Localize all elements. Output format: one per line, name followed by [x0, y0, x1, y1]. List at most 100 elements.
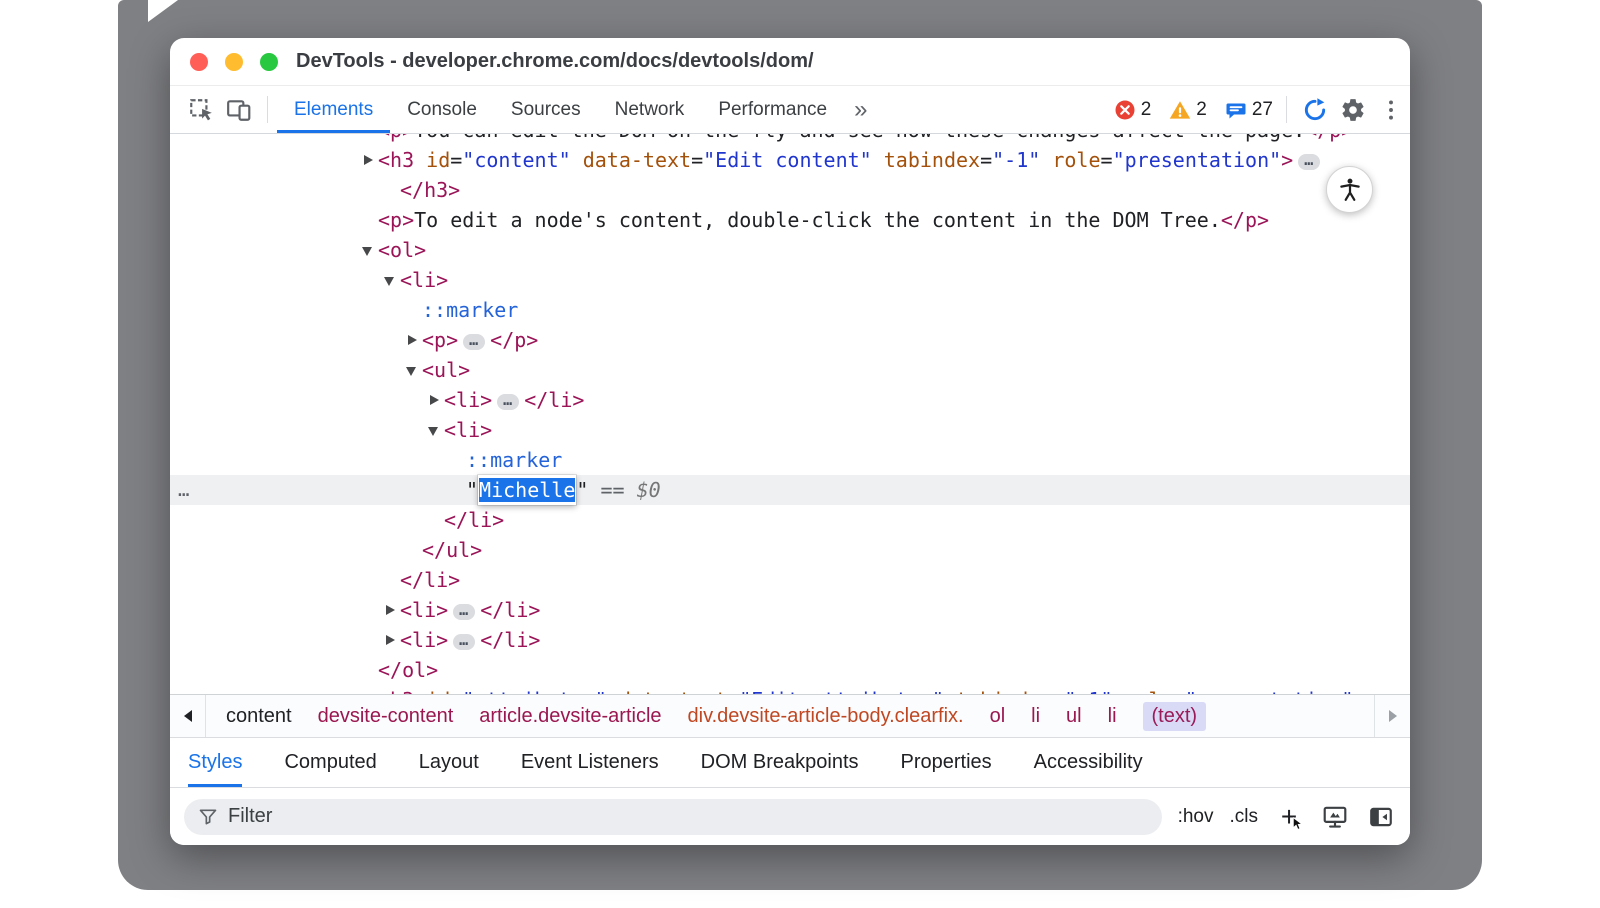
inspect-icon[interactable] [182, 86, 220, 133]
warning-badge[interactable]: 2 [1169, 99, 1207, 121]
mouse-cursor-icon [1290, 816, 1306, 832]
styles-filter-bar: :hov .cls + [170, 788, 1410, 845]
code-segment-tag: </li> [480, 628, 540, 652]
expand-arrow-right[interactable] [428, 395, 444, 407]
breadcrumb-item-ol[interactable]: ol [990, 705, 1006, 728]
code-segment-val: "-1" [992, 148, 1040, 172]
breadcrumb-item-li[interactable]: li [1031, 705, 1040, 728]
new-style-rule-wrap: + [1274, 799, 1304, 835]
settings-gear-icon[interactable] [1334, 86, 1372, 133]
arrow-slot [384, 575, 400, 587]
dom-tree-line[interactable]: </li> [170, 565, 1410, 595]
code-segment-punct: = [1101, 148, 1113, 172]
dom-tree-line[interactable]: <li> [170, 265, 1410, 295]
device-toolbar-icon[interactable] [220, 86, 258, 133]
expand-arrow-right[interactable] [406, 335, 422, 347]
error-badge[interactable]: 2 [1114, 99, 1152, 121]
dom-tree-line[interactable]: </ol> [170, 655, 1410, 685]
tab-console[interactable]: Console [390, 86, 494, 133]
breadcrumb-item-text[interactable]: (text) [1143, 702, 1207, 731]
ellipsis-badge[interactable]: … [453, 634, 475, 650]
code-segment-val: "Edit content" [703, 148, 872, 172]
ellipsis-badge[interactable]: … [453, 604, 475, 620]
code-segment-tag: </li> [400, 568, 460, 592]
expand-arrow-down[interactable] [384, 275, 400, 287]
toggle-sidebar-icon[interactable] [1366, 804, 1396, 830]
close-window-button[interactable] [190, 53, 208, 71]
toolbar-divider [1286, 96, 1287, 123]
dom-tree-line[interactable]: <p>You can edit the DOM on the fly and s… [170, 134, 1410, 145]
sidebar-tab-properties[interactable]: Properties [901, 738, 992, 787]
expand-arrow-down[interactable] [362, 245, 378, 257]
expand-arrow-right[interactable] [362, 155, 378, 167]
accessibility-overlay-button[interactable] [1326, 166, 1373, 213]
arrow-slot [362, 665, 378, 677]
dom-tree-line[interactable]: <ul> [170, 355, 1410, 385]
code-segment-dollar: $0 [637, 478, 661, 502]
code-segment-tag: <li> [400, 598, 448, 622]
filter-funnel-icon [198, 807, 218, 827]
selected-text: Michelle [479, 478, 575, 502]
sidebar-tab-dom-breakpoints[interactable]: DOM Breakpoints [701, 738, 859, 787]
code-segment-attr: tabindex [872, 148, 980, 172]
breadcrumb-scroll-right-button[interactable] [1374, 695, 1410, 737]
more-tabs-button[interactable]: » [844, 86, 877, 133]
expand-arrow-right[interactable] [384, 635, 400, 647]
breadcrumb-item-devsite-content[interactable]: devsite-content [318, 705, 454, 728]
dom-tree-line[interactable]: <li> [170, 415, 1410, 445]
tab-performance[interactable]: Performance [701, 86, 844, 133]
expand-arrow-down[interactable] [406, 365, 422, 377]
dom-tree-line[interactable]: ::marker [170, 295, 1410, 325]
sidebar-tab-computed[interactable]: Computed [284, 738, 376, 787]
dom-tree-line[interactable]: <h3 id="content" data-text="Edit content… [170, 145, 1410, 175]
expand-arrow-down[interactable] [428, 425, 444, 437]
toggle-element-state-button[interactable]: :hov [1178, 806, 1214, 828]
breadcrumb-item-li[interactable]: li [1108, 705, 1117, 728]
sidebar-tab-accessibility[interactable]: Accessibility [1034, 738, 1143, 787]
issues-badge[interactable]: 27 [1225, 99, 1273, 121]
dom-tree-line[interactable]: <p>…</p> [170, 325, 1410, 355]
breadcrumb-item-article-devsite-article[interactable]: article.devsite-article [479, 705, 661, 728]
arrow-slot [450, 485, 466, 497]
dom-tree-line[interactable]: ::marker [170, 445, 1410, 475]
rendering-emulations-icon[interactable] [1320, 804, 1350, 830]
dom-tree-line[interactable]: <p>To edit a node's content, double-clic… [170, 205, 1410, 235]
code-segment-tag: <p> [422, 328, 458, 352]
ellipsis-badge[interactable]: … [497, 394, 519, 410]
dom-tree-line[interactable]: <ol> [170, 235, 1410, 265]
dom-tree-line[interactable]: </li> [170, 505, 1410, 535]
code-segment-marker: ::marker [422, 298, 518, 322]
dom-tree-line[interactable]: <li>…</li> [170, 595, 1410, 625]
code-segment-val: "presentation" [1185, 688, 1354, 694]
ellipsis-badge[interactable]: … [1298, 154, 1320, 170]
tab-sources[interactable]: Sources [494, 86, 598, 133]
tab-network[interactable]: Network [598, 86, 702, 133]
zoom-window-button[interactable] [260, 53, 278, 71]
sidebar-tab-styles[interactable]: Styles [188, 738, 242, 787]
minimize-window-button[interactable] [225, 53, 243, 71]
dom-tree-line[interactable]: <li>…</li> [170, 625, 1410, 655]
inline-edit-box[interactable]: Michelle [478, 475, 576, 505]
dom-tree-line[interactable]: <h3 id="attributes" data-text="Edit attr… [170, 685, 1410, 694]
code-segment-text: To edit a node's content, double-click t… [414, 208, 1221, 232]
code-segment-punct: = [1052, 688, 1064, 694]
dom-tree-line[interactable]: </h3> [170, 175, 1410, 205]
dom-tree-line[interactable]: </ul> [170, 535, 1410, 565]
dom-tree: <p>You can edit the DOM on the fly and s… [170, 134, 1410, 694]
scroll-left-icon [184, 710, 192, 722]
dom-tree-line[interactable]: <li>…</li> [170, 385, 1410, 415]
kebab-menu-icon[interactable] [1372, 86, 1410, 133]
breadcrumb-item-content[interactable]: content [226, 705, 292, 728]
sync-icon[interactable] [1296, 86, 1334, 133]
ellipsis-badge[interactable]: … [463, 334, 485, 350]
breadcrumb-item-div-devsite-article-body-clearfix[interactable]: div.devsite-article-body.clearfix. [688, 705, 964, 728]
filter-input[interactable] [228, 805, 1148, 828]
element-classes-button[interactable]: .cls [1230, 806, 1259, 828]
dom-tree-line[interactable]: …"Michelle" == $0 [170, 475, 1410, 505]
tab-elements[interactable]: Elements [277, 86, 390, 133]
breadcrumb-scroll-left-button[interactable] [170, 695, 206, 737]
sidebar-tab-layout[interactable]: Layout [419, 738, 479, 787]
sidebar-tab-event-listeners[interactable]: Event Listeners [521, 738, 659, 787]
expand-arrow-right[interactable] [384, 605, 400, 617]
breadcrumb-item-ul[interactable]: ul [1066, 705, 1082, 728]
